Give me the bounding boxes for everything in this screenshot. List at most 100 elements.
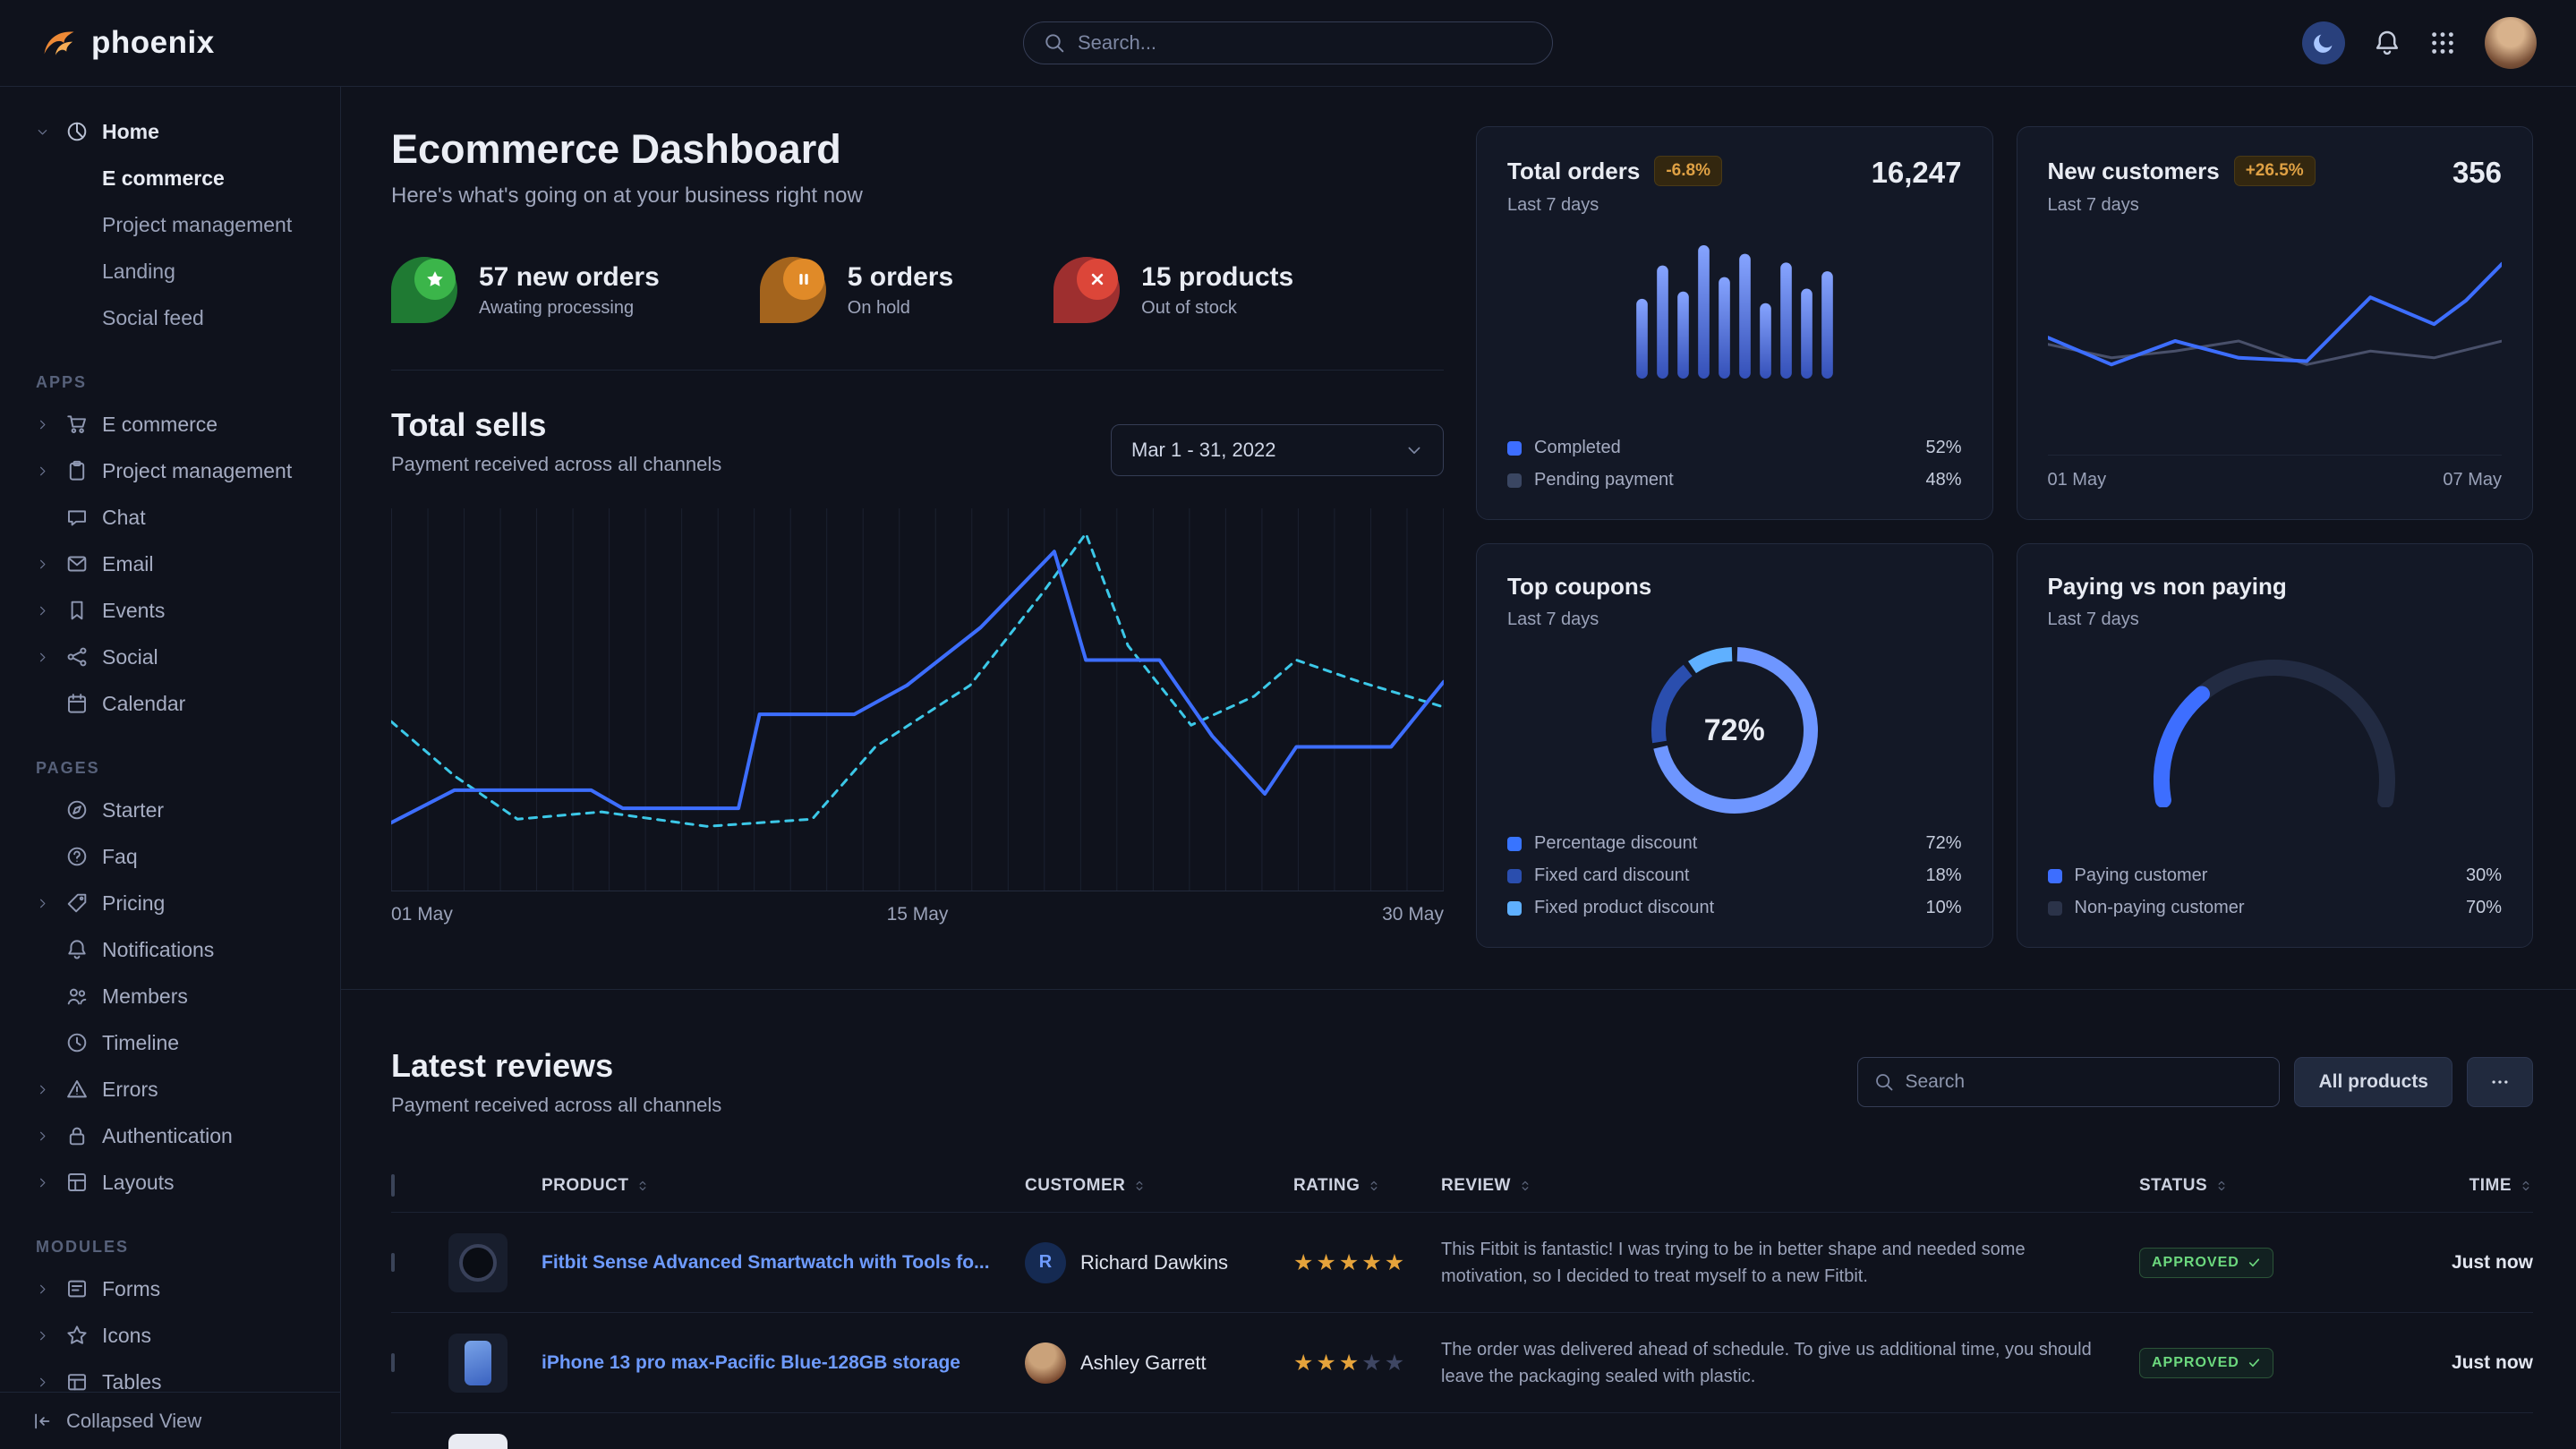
mail-icon bbox=[66, 553, 88, 575]
sidebar-item-events[interactable]: Events bbox=[0, 587, 340, 634]
sidebar-item-project-management[interactable]: Project management bbox=[0, 201, 340, 248]
sidebar-item-landing[interactable]: Landing bbox=[0, 248, 340, 294]
more-options-button[interactable] bbox=[2467, 1057, 2533, 1107]
column-header-product[interactable]: PRODUCT bbox=[542, 1176, 1025, 1196]
bell-icon bbox=[2374, 30, 2401, 56]
avatar[interactable] bbox=[2485, 17, 2537, 69]
collapse-label: Collapsed View bbox=[66, 1410, 201, 1433]
date-range-select[interactable]: Mar 1 - 31, 2022 bbox=[1111, 424, 1444, 476]
x-tick: 15 May bbox=[887, 904, 949, 925]
reviews-table: PRODUCT CUSTOMER RATING REVIEW STATUS bbox=[391, 1160, 2533, 1449]
sidebar-item-authentication[interactable]: Authentication bbox=[0, 1112, 340, 1159]
caret-down-icon bbox=[36, 125, 49, 139]
customer-name: Ashley Garrett bbox=[1080, 1351, 1207, 1375]
collapse-sidebar-button[interactable]: Collapsed View bbox=[0, 1392, 340, 1449]
table-row bbox=[391, 1412, 2533, 1449]
caret-right-icon bbox=[36, 1129, 49, 1143]
search-icon bbox=[1874, 1072, 1894, 1092]
lock-icon bbox=[66, 1125, 88, 1146]
sort-icon bbox=[2214, 1179, 2229, 1193]
review-text: The order was delivered ahead of schedul… bbox=[1441, 1336, 2139, 1390]
rating-stars: ★★★★★ bbox=[1293, 1350, 1441, 1377]
sidebar-item-home[interactable]: Home bbox=[0, 108, 340, 155]
select-all-checkbox[interactable] bbox=[391, 1174, 395, 1197]
legend-swatch bbox=[1507, 901, 1522, 916]
product-thumbnail bbox=[448, 1434, 508, 1449]
sidebar-item-project-management-app[interactable]: Project management bbox=[0, 447, 340, 494]
column-header-time[interactable]: TIME bbox=[2363, 1176, 2533, 1196]
sidebar-item-social[interactable]: Social bbox=[0, 634, 340, 680]
total-orders-chart bbox=[1632, 228, 1838, 379]
chat-icon bbox=[66, 507, 88, 528]
legend-item: Completed 52% bbox=[1507, 438, 1962, 458]
caret-right-icon bbox=[36, 558, 49, 571]
sidebar-item-layouts[interactable]: Layouts bbox=[0, 1159, 340, 1206]
check-icon bbox=[2248, 1256, 2261, 1269]
new-customers-x-axis: 01 May 07 May bbox=[2048, 455, 2503, 490]
sidebar-item-timeline[interactable]: Timeline bbox=[0, 1019, 340, 1066]
sidebar-item-ecommerce-app[interactable]: E commerce bbox=[0, 401, 340, 447]
ellipsis-icon bbox=[2490, 1072, 2510, 1092]
users-icon bbox=[66, 985, 88, 1007]
legend-swatch bbox=[1507, 837, 1522, 851]
global-search-input[interactable] bbox=[1078, 31, 1532, 55]
clock-icon bbox=[66, 1032, 88, 1053]
check-icon bbox=[2248, 1356, 2261, 1369]
caret-right-icon bbox=[36, 897, 49, 910]
sidebar-item-starter[interactable]: Starter bbox=[0, 787, 340, 833]
reviews-search-input[interactable] bbox=[1905, 1071, 2263, 1093]
column-header-status[interactable]: STATUS bbox=[2139, 1176, 2363, 1196]
form-icon bbox=[66, 1278, 88, 1300]
card-title: Total orders bbox=[1507, 158, 1640, 185]
total-sells-chart bbox=[391, 508, 1444, 891]
status-badge: APPROVED bbox=[2139, 1348, 2273, 1378]
column-header-review[interactable]: REVIEW bbox=[1441, 1176, 2139, 1196]
card-period: Last 7 days bbox=[2048, 609, 2503, 630]
product-link[interactable]: iPhone 13 pro max-Pacific Blue-128GB sto… bbox=[542, 1352, 1025, 1374]
compass-icon bbox=[66, 799, 88, 821]
sidebar-item-email[interactable]: Email bbox=[0, 541, 340, 587]
card-title: Top coupons bbox=[1507, 573, 1962, 601]
main-content: Ecommerce Dashboard Here's what's going … bbox=[341, 0, 2576, 1449]
caret-right-icon bbox=[36, 604, 49, 618]
sidebar-item-tables[interactable]: Tables bbox=[0, 1359, 340, 1392]
legend-item: Fixed card discount 18% bbox=[1507, 865, 1962, 886]
product-thumbnail bbox=[448, 1233, 508, 1292]
sidebar-item-ecommerce[interactable]: E commerce bbox=[0, 155, 340, 201]
section-title-modules: MODULES bbox=[0, 1238, 340, 1257]
row-checkbox[interactable] bbox=[391, 1253, 395, 1272]
sidebar-item-chat[interactable]: Chat bbox=[0, 494, 340, 541]
x-icon bbox=[1088, 269, 1107, 289]
pause-icon bbox=[794, 269, 814, 289]
sidebar-item-icons[interactable]: Icons bbox=[0, 1312, 340, 1359]
row-checkbox[interactable] bbox=[391, 1353, 395, 1372]
change-badge: -6.8% bbox=[1654, 156, 1722, 186]
sidebar-item-errors[interactable]: Errors bbox=[0, 1066, 340, 1112]
sidebar-item-forms[interactable]: Forms bbox=[0, 1266, 340, 1312]
column-header-customer[interactable]: CUSTOMER bbox=[1025, 1176, 1293, 1196]
sidebar-item-pricing[interactable]: Pricing bbox=[0, 880, 340, 926]
apps-grid-button[interactable] bbox=[2429, 30, 2456, 56]
table-row: iPhone 13 pro max-Pacific Blue-128GB sto… bbox=[391, 1312, 2533, 1412]
sort-icon bbox=[635, 1179, 650, 1193]
legend: Percentage discount 72% Fixed card disco… bbox=[1507, 833, 1962, 918]
dashboard-left-column: Ecommerce Dashboard Here's what's going … bbox=[391, 126, 1444, 948]
sidebar-item-members[interactable]: Members bbox=[0, 973, 340, 1019]
caret-right-icon bbox=[36, 1083, 49, 1096]
sidebar-item-notifications[interactable]: Notifications bbox=[0, 926, 340, 973]
sidebar-item-faq[interactable]: Faq bbox=[0, 833, 340, 880]
brand-name: phoenix bbox=[91, 25, 215, 61]
review-time: Just now bbox=[2363, 1352, 2533, 1374]
reviews-title: Latest reviews bbox=[391, 1047, 721, 1085]
product-link[interactable]: Fitbit Sense Advanced Smartwatch with To… bbox=[542, 1252, 1025, 1274]
theme-toggle-button[interactable] bbox=[2302, 21, 2345, 64]
all-products-button[interactable]: All products bbox=[2294, 1057, 2452, 1107]
sidebar-item-social-feed[interactable]: Social feed bbox=[0, 294, 340, 341]
notifications-button[interactable] bbox=[2374, 30, 2401, 56]
reviews-search bbox=[1857, 1057, 2280, 1107]
brand-link[interactable]: phoenix bbox=[39, 23, 215, 63]
caret-right-icon bbox=[36, 418, 49, 431]
sidebar-item-calendar[interactable]: Calendar bbox=[0, 680, 340, 727]
column-header-rating[interactable]: RATING bbox=[1293, 1176, 1441, 1196]
phoenix-logo-icon bbox=[39, 23, 79, 63]
